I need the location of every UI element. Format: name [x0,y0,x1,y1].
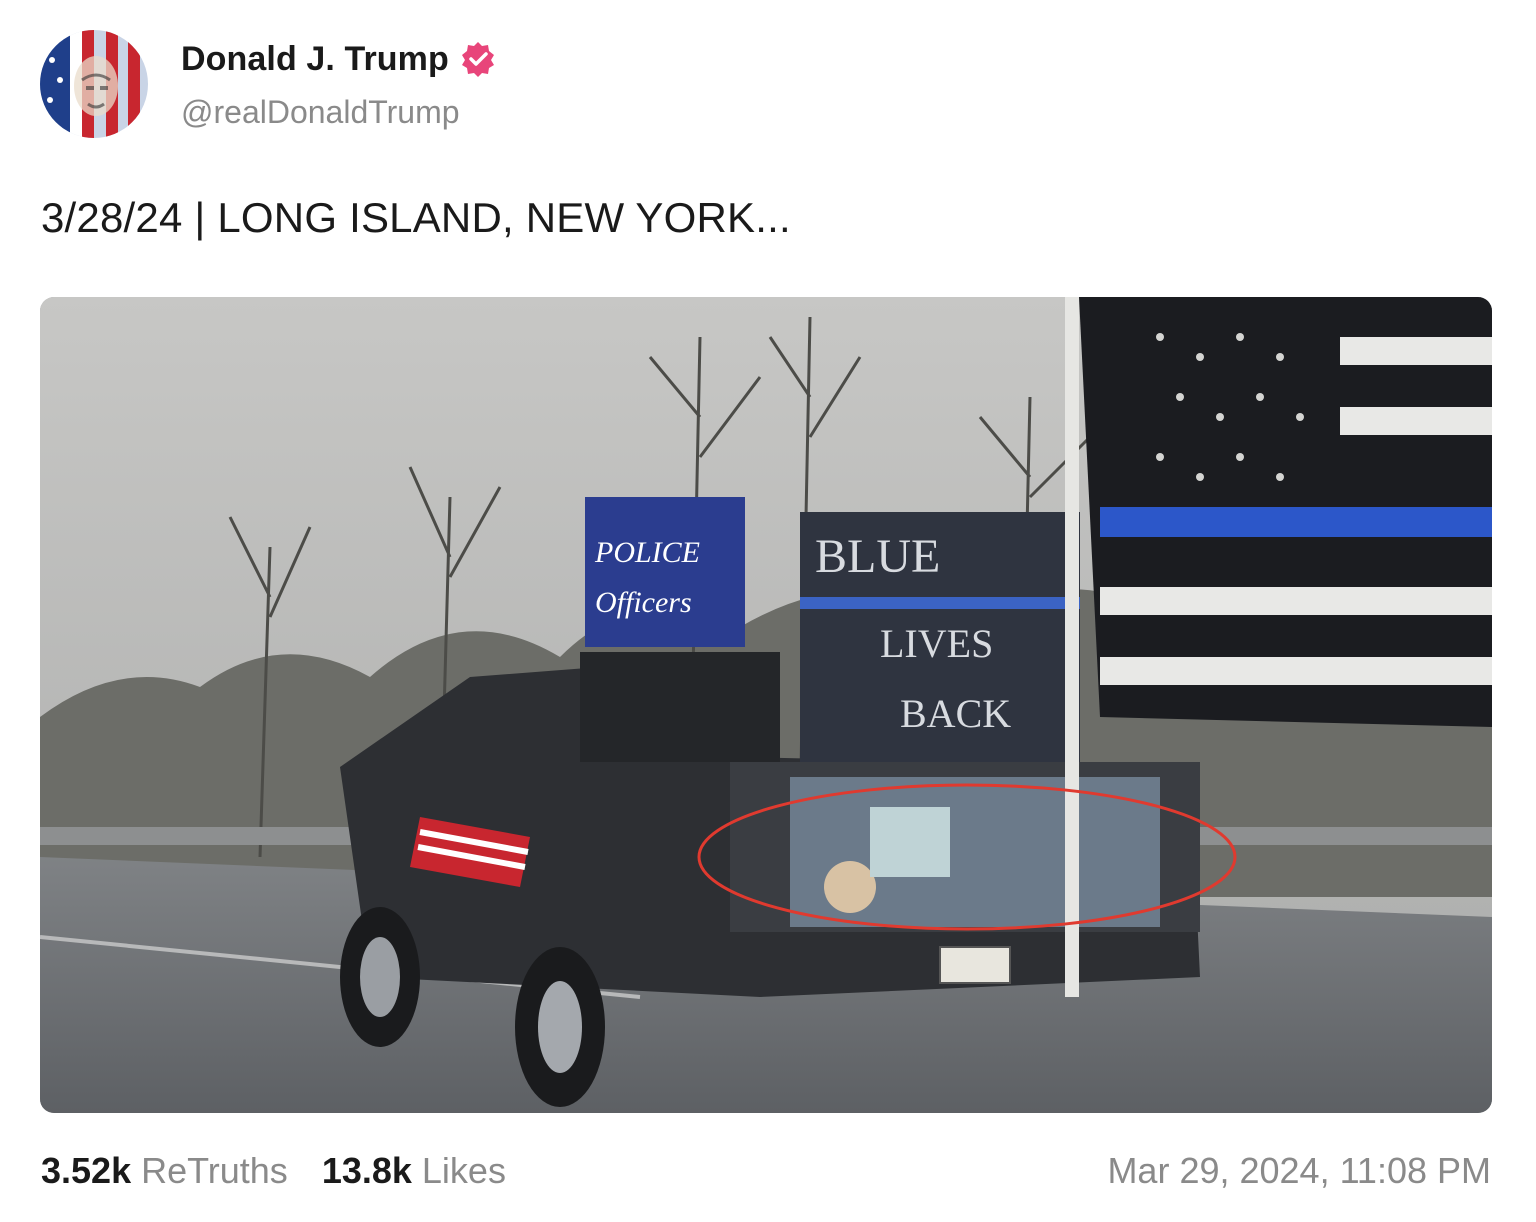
verified-badge-icon [459,40,497,78]
likes-count: 13.8k [321,1150,412,1191]
svg-text:LIVES: LIVES [880,621,993,666]
svg-text:Officers: Officers [595,586,692,619]
likes-label: Likes [421,1150,506,1191]
post-media-image[interactable]: POLICE Officers BLUE LIVES BACK [40,297,1492,1113]
truck-photo: POLICE Officers BLUE LIVES BACK [40,297,1492,1113]
retruths-stat[interactable]: 3.52k ReTruths [41,1150,288,1192]
post-stats: 3.52k ReTruths 13.8k Likes [41,1150,506,1192]
author-block: Donald J. Trump @realDonaldTrump [181,38,497,131]
handle[interactable]: @realDonaldTrump [181,94,497,131]
retruths-label: ReTruths [141,1150,288,1191]
svg-text:BACK: BACK [900,691,1011,736]
display-name[interactable]: Donald J. Trump [181,40,449,79]
avatar-image [40,30,148,138]
truth-social-post: Donald J. Trump @realDonaldTrump 3/28/24… [0,0,1536,1222]
name-row: Donald J. Trump [181,38,497,80]
svg-text:POLICE: POLICE [594,536,700,569]
post-text: 3/28/24 | LONG ISLAND, NEW YORK... [41,194,791,241]
likes-stat[interactable]: 13.8k Likes [322,1150,506,1192]
svg-text:BLUE: BLUE [815,530,940,583]
retruths-count: 3.52k [41,1150,132,1191]
post-timestamp[interactable]: Mar 29, 2024, 11:08 PM [1107,1150,1491,1192]
avatar[interactable] [40,30,148,138]
